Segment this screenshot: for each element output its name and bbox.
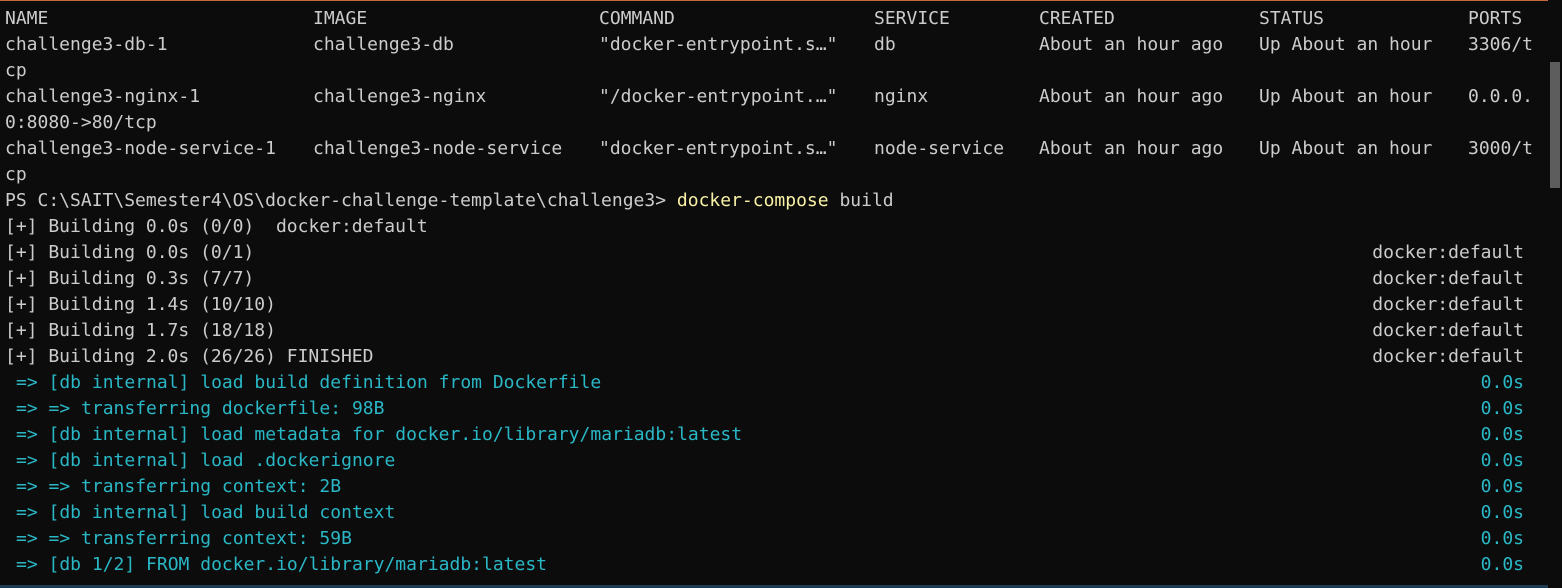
build-status: [+] Building 1.4s (10/10) (5, 294, 276, 315)
build-line-first: [+] Building 0.0s (0/0) docker:default (0, 214, 1548, 240)
container-image: challenge3-db (313, 34, 454, 55)
build-target: docker:default (1372, 294, 1524, 315)
header-command: COMMAND (599, 8, 675, 29)
prompt-line: PS C:\SAIT\Semester4\OS\docker-challenge… (0, 188, 1548, 214)
table-row-wrap: 0:8080->80/tcp (0, 110, 1548, 136)
build-step: => [db internal] load build context 0.0s (0, 500, 1548, 526)
container-command: "docker-entrypoint.s…" (599, 138, 838, 159)
build-step: => [db 1/2] FROM docker.io/library/maria… (0, 552, 1548, 578)
build-line: [+] Building 1.7s (18/18) docker:default (0, 318, 1548, 344)
build-line: [+] Building 2.0s (26/26) FINISHED docker… (0, 344, 1548, 370)
build-step-time: 0.0s (1480, 450, 1524, 471)
container-ports: 3000/t (1468, 138, 1534, 159)
build-progress-list: [+] Building 0.0s (0/1) docker:default [+]… (0, 240, 1548, 370)
container-service: node-service (874, 138, 1005, 159)
build-step-time: 0.0s (1480, 502, 1524, 523)
window-top-border (0, 0, 1548, 1)
build-line: [+] Building 0.3s (7/7) docker:default (0, 266, 1548, 292)
build-step-text: => => transferring context: 2B (16, 476, 342, 497)
container-service: db (874, 34, 896, 55)
build-step-time: 0.0s (1480, 398, 1524, 419)
table-header-row: NAME IMAGE COMMAND SERVICE CREATED STATU… (0, 6, 1548, 32)
build-step: => => transferring context: 2B 0.0s (0, 474, 1548, 500)
container-command: "/docker-entrypoint.…" (599, 86, 838, 107)
table-row: challenge3-nginx-1 challenge3-nginx "/do… (0, 84, 1548, 110)
container-name: challenge3-db-1 (5, 34, 168, 55)
build-target: docker:default (1372, 268, 1524, 289)
container-created: About an hour ago (1039, 86, 1224, 107)
build-step-text: => => transferring context: 59B (16, 528, 352, 549)
header-created: CREATED (1039, 8, 1115, 29)
container-ports-wrap: cp (5, 164, 27, 185)
build-step-text: => [db internal] load metadata for docke… (16, 424, 743, 445)
build-status: [+] Building 0.0s (0/1) (5, 242, 255, 263)
container-ports: 3306/t (1468, 34, 1534, 55)
build-status: [+] Building 0.3s (7/7) (5, 268, 255, 289)
build-step-text: => [db internal] load build context (16, 502, 396, 523)
build-status: [+] Building 2.0s (26/26) FINISHED (5, 346, 374, 367)
build-step: => [db internal] load build definition f… (0, 370, 1548, 396)
prompt-text: PS C:\SAIT\Semester4\OS\docker-challenge… (5, 188, 894, 214)
build-target: docker:default (1372, 346, 1524, 367)
container-status: Up About an hour (1259, 138, 1433, 159)
container-image: challenge3-node-service (313, 138, 563, 159)
build-step-text: => => transferring dockerfile: 98B (16, 398, 385, 419)
build-step-text: => [db 1/2] FROM docker.io/library/maria… (16, 554, 548, 575)
container-ports-wrap: cp (5, 60, 27, 81)
build-step-time: 0.0s (1480, 554, 1524, 575)
terminal-output[interactable]: NAME IMAGE COMMAND SERVICE CREATED STATU… (0, 6, 1548, 588)
build-step-time: 0.0s (1480, 528, 1524, 549)
container-name: challenge3-nginx-1 (5, 86, 201, 107)
container-ports-wrap: 0:8080->80/tcp (5, 112, 157, 133)
container-service: nginx (874, 86, 929, 107)
build-step: => => transferring context: 59B 0.0s (0, 526, 1548, 552)
prompt-command: docker-compose (676, 190, 829, 211)
build-status: [+] Building 0.0s (0/0) (5, 216, 255, 237)
build-line: [+] Building 1.4s (10/10) docker:default (0, 292, 1548, 318)
table-row-wrap: cp (0, 58, 1548, 84)
container-status: Up About an hour (1259, 34, 1433, 55)
container-status: Up About an hour (1259, 86, 1433, 107)
build-steps-list: => [db internal] load build definition f… (0, 370, 1548, 578)
build-step-text: => [db internal] load build definition f… (16, 372, 602, 393)
build-first-text: [+] Building 0.0s (0/0) docker:default (5, 214, 428, 240)
build-step-time: 0.0s (1480, 476, 1524, 497)
container-command: "docker-entrypoint.s…" (599, 34, 838, 55)
build-target: docker:default (1372, 320, 1524, 341)
header-service: SERVICE (874, 8, 950, 29)
table-row-wrap: cp (0, 162, 1548, 188)
vertical-scrollbar[interactable] (1548, 0, 1562, 588)
build-target: docker:default (1372, 242, 1524, 263)
build-status: [+] Building 1.7s (18/18) (5, 320, 276, 341)
build-step: => [db internal] load .dockerignore 0.0s (0, 448, 1548, 474)
build-step-time: 0.0s (1480, 424, 1524, 445)
scrollbar-thumb[interactable] (1550, 62, 1560, 188)
prompt-path: PS C:\SAIT\Semester4\OS\docker-challenge… (5, 190, 677, 211)
header-status: STATUS (1259, 8, 1325, 29)
container-ports: 0.0.0. (1468, 86, 1534, 107)
container-created: About an hour ago (1039, 138, 1224, 159)
header-ports: PORTS (1468, 8, 1523, 29)
header-name: NAME (5, 8, 49, 29)
build-step-time: 0.0s (1480, 372, 1524, 393)
table-row: challenge3-db-1 challenge3-db "docker-en… (0, 32, 1548, 58)
build-step: => [db internal] load metadata for docke… (0, 422, 1548, 448)
header-image: IMAGE (313, 8, 368, 29)
prompt-args: build (828, 190, 894, 211)
container-image: challenge3-nginx (313, 86, 487, 107)
build-step-text: => [db internal] load .dockerignore (16, 450, 396, 471)
container-created: About an hour ago (1039, 34, 1224, 55)
build-target: docker:default (275, 216, 428, 237)
table-row: challenge3-node-service-1 challenge3-nod… (0, 136, 1548, 162)
container-name: challenge3-node-service-1 (5, 138, 276, 159)
build-step: => => transferring dockerfile: 98B 0.0s (0, 396, 1548, 422)
build-line: [+] Building 0.0s (0/1) docker:default (0, 240, 1548, 266)
